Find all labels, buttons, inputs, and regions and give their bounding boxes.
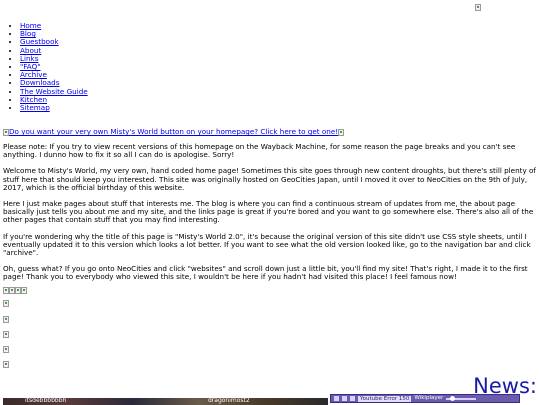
- nav-item-sitemap: Sitemap: [20, 103, 88, 112]
- content-image: [3, 300, 9, 307]
- note-paragraph: Please note: If you try to view recent v…: [3, 142, 516, 160]
- content-image: [3, 346, 9, 353]
- about-pages-paragraph: Here I just make pages about stuff that …: [3, 199, 534, 225]
- promo-image-right: [338, 128, 345, 136]
- player-source-label: Wikiplayer: [414, 395, 444, 402]
- main-content: Please note: If you try to view recent v…: [3, 142, 537, 290]
- button-promo-link[interactable]: Do you want your very own Misty's World …: [3, 127, 338, 136]
- nav-link-sitemap[interactable]: Sitemap: [20, 103, 50, 112]
- next-icon[interactable]: [350, 396, 355, 401]
- header-image: [475, 3, 481, 11]
- welcome-paragraph: Welcome to Misty's World, my very own, h…: [3, 166, 536, 192]
- bar-text: dragonimost2: [208, 398, 250, 404]
- promo-image-left: [3, 128, 9, 136]
- player-track-title: Youtube Error 150: [358, 395, 412, 402]
- neocities-paragraph: Oh, guess what? If you go onto NeoCities…: [3, 264, 528, 282]
- scrolling-image-bar: itsdebbbbbbh dragonimost2: [3, 398, 328, 405]
- button-image-row: [3, 286, 27, 294]
- bar-text: itsdebbbbbbh: [25, 398, 67, 404]
- site-button-image[interactable]: [21, 286, 27, 294]
- music-player: Youtube Error 150 Wikiplayer: [330, 394, 520, 403]
- button-promo: Do you want your very own Misty's World …: [3, 127, 345, 136]
- content-image: [3, 316, 9, 323]
- promo-link-text: Do you want your very own Misty's World …: [9, 127, 339, 136]
- pause-icon[interactable]: [342, 396, 347, 401]
- title-explanation-paragraph: If you're wondering why the title of thi…: [3, 231, 531, 258]
- navigation-list: Home Blog Guestbook About Links "FAQ" Ar…: [10, 21, 88, 112]
- content-image: [3, 331, 9, 338]
- volume-knob[interactable]: [450, 395, 456, 401]
- previous-icon[interactable]: [334, 396, 339, 401]
- volume-slider[interactable]: [446, 395, 477, 401]
- content-image: [3, 361, 9, 368]
